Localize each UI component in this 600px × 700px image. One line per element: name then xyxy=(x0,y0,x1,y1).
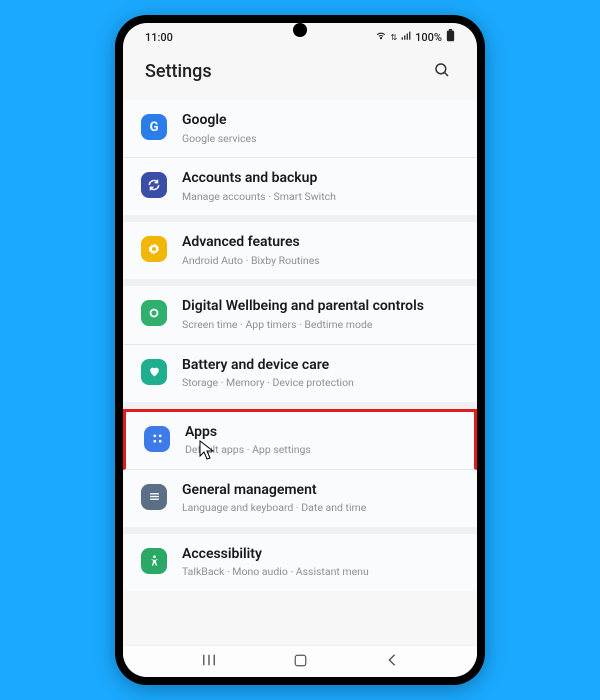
grid-icon xyxy=(144,426,170,452)
settings-item-apps[interactable]: Apps Default apps · App settings xyxy=(123,409,477,470)
nav-bar xyxy=(123,645,477,677)
heart-icon xyxy=(141,359,167,385)
person-icon xyxy=(141,548,167,574)
item-sub: Google services xyxy=(182,132,455,146)
screen: 11:00 ⇅ 100% Settings xyxy=(123,23,477,677)
item-title: Advanced features xyxy=(182,234,455,252)
home-icon xyxy=(293,653,308,668)
sync-icon xyxy=(141,172,167,198)
settings-item-accounts-backup[interactable]: Accounts and backup Manage accounts · Sm… xyxy=(123,158,477,215)
item-sub: TalkBack · Mono audio · Assistant menu xyxy=(182,565,455,579)
ring-icon xyxy=(141,300,167,326)
battery-pct: 100% xyxy=(415,31,442,44)
item-sub: Screen time · App timers · Bedtime mode xyxy=(182,318,455,332)
google-icon: G xyxy=(141,114,167,140)
wifi-icon xyxy=(376,31,386,44)
back-icon xyxy=(385,653,399,667)
item-sub: Language and keyboard · Date and time xyxy=(182,501,455,515)
item-title: Google xyxy=(182,112,455,130)
recents-icon xyxy=(201,653,217,667)
gear-icon xyxy=(141,236,167,262)
divider xyxy=(123,215,477,222)
settings-item-advanced-features[interactable]: Advanced features Android Auto · Bixby R… xyxy=(123,222,477,279)
divider xyxy=(123,527,477,534)
nav-home-button[interactable] xyxy=(273,649,328,675)
clock: 11:00 xyxy=(145,31,173,44)
search-button[interactable] xyxy=(429,57,455,86)
bars-icon xyxy=(141,484,167,510)
item-title: Accounts and backup xyxy=(182,170,455,188)
phone-frame: 11:00 ⇅ 100% Settings xyxy=(115,15,485,685)
divider xyxy=(123,402,477,409)
item-sub: Android Auto · Bixby Routines xyxy=(182,254,455,268)
status-right: ⇅ 100% xyxy=(376,29,455,45)
divider xyxy=(123,279,477,286)
settings-item-digital-wellbeing[interactable]: Digital Wellbeing and parental controls … xyxy=(123,286,477,344)
page-title: Settings xyxy=(145,61,212,82)
item-sub: Manage accounts · Smart Switch xyxy=(182,190,455,204)
item-sub: Storage · Memory · Device protection xyxy=(182,376,455,390)
volte-icon: ⇅ xyxy=(390,33,397,42)
item-title: Apps xyxy=(185,424,452,442)
search-icon xyxy=(433,61,451,79)
item-title: Accessibility xyxy=(182,546,455,564)
signal-icon xyxy=(401,31,411,44)
battery-icon xyxy=(446,29,455,45)
settings-item-google[interactable]: G Google Google services xyxy=(123,100,477,158)
nav-recents-button[interactable] xyxy=(181,649,237,674)
item-title: Battery and device care xyxy=(182,357,455,375)
settings-item-accessibility[interactable]: Accessibility TalkBack · Mono audio · As… xyxy=(123,534,477,591)
nav-back-button[interactable] xyxy=(365,649,419,674)
settings-list: G Google Google services Accounts and ba… xyxy=(123,100,477,645)
item-title: Digital Wellbeing and parental controls xyxy=(182,298,455,316)
header: Settings xyxy=(123,51,477,100)
item-title: General management xyxy=(182,482,455,500)
item-sub: Default apps · App settings xyxy=(185,443,452,457)
settings-item-battery-device-care[interactable]: Battery and device care Storage · Memory… xyxy=(123,345,477,402)
settings-item-general-management[interactable]: General management Language and keyboard… xyxy=(123,470,477,527)
camera-notch xyxy=(293,23,307,37)
